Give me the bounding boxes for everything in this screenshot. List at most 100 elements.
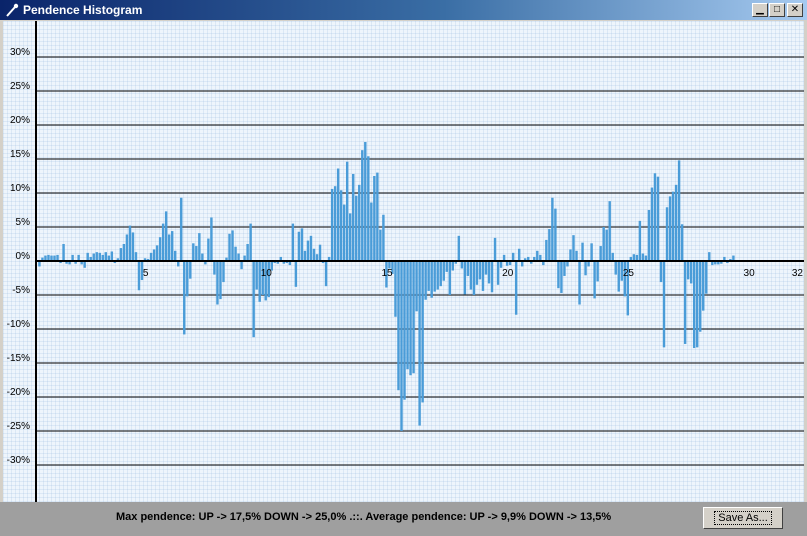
histogram-bar: [638, 220, 642, 261]
y-tick-label: -20%: [7, 387, 30, 398]
histogram-bar: [161, 223, 165, 261]
histogram-bar: [303, 250, 307, 261]
histogram-bar: [183, 261, 186, 335]
histogram-bar: [198, 233, 201, 261]
histogram-bar: [213, 261, 216, 275]
histogram-bar: [345, 161, 349, 261]
histogram-bar: [128, 225, 132, 261]
y-tick-label: 20%: [10, 115, 30, 126]
histogram-bar: [170, 231, 174, 261]
histogram-bar: [705, 261, 708, 294]
histogram-bar: [164, 211, 168, 261]
histogram-bar: [430, 261, 433, 298]
y-tick-label: -25%: [7, 421, 30, 432]
histogram-bar: [641, 253, 645, 261]
histogram-bar: [632, 254, 636, 261]
y-tick-label: 25%: [10, 81, 30, 92]
histogram-bar: [412, 261, 415, 374]
histogram-bar: [578, 261, 581, 305]
histogram-bar: [83, 261, 86, 268]
histogram-bar: [445, 261, 448, 272]
y-tick-label: 10%: [10, 183, 30, 194]
histogram-bar: [617, 261, 620, 292]
histogram-bar: [104, 252, 108, 261]
histogram-bar: [605, 229, 608, 261]
histogram-bar: [189, 261, 192, 279]
histogram-bar: [300, 228, 304, 261]
histogram-bar: [484, 261, 488, 275]
histogram-bar: [424, 261, 427, 300]
histogram-bar: [222, 261, 225, 283]
histogram-bar: [563, 261, 566, 276]
histogram-bar: [581, 242, 584, 261]
y-tick-label: 15%: [10, 149, 30, 160]
histogram-bar: [376, 172, 379, 261]
histogram-bar: [173, 250, 177, 261]
histogram-bar: [373, 176, 376, 261]
histogram-bar: [394, 261, 397, 317]
x-tick-label: 30: [744, 268, 756, 279]
histogram-bar: [686, 261, 690, 280]
histogram-bar: [671, 191, 675, 261]
histogram-bar: [309, 235, 313, 261]
histogram-bar: [554, 208, 557, 261]
histogram-bar: [195, 246, 198, 261]
histogram-bar: [219, 261, 222, 300]
histogram-bar: [608, 201, 611, 261]
histogram-bar: [647, 210, 651, 261]
histogram-bar: [602, 227, 605, 261]
y-tick-label: -15%: [7, 353, 30, 364]
histogram-bar: [158, 237, 162, 261]
histogram-bar: [656, 176, 660, 261]
histogram-bar: [315, 254, 319, 261]
histogram-bar: [349, 213, 352, 261]
histogram-bar: [493, 237, 497, 261]
histogram-bar: [291, 223, 295, 261]
histogram-bar: [680, 224, 684, 261]
histogram-bar: [696, 261, 699, 348]
histogram-bar: [475, 261, 479, 285]
histogram-bar: [330, 188, 334, 261]
histogram-bar: [545, 239, 548, 261]
x-tick-label: 25: [623, 268, 635, 279]
histogram-bar: [406, 261, 409, 370]
save-as-button[interactable]: Save As...: [703, 507, 783, 529]
histogram-bar: [352, 173, 355, 261]
histogram-bar: [659, 261, 663, 283]
histogram-bar: [674, 184, 678, 261]
histogram-bar: [382, 214, 385, 261]
histogram-bar: [436, 261, 439, 290]
minimize-button[interactable]: ▁: [752, 3, 768, 17]
histogram-bar: [86, 252, 89, 261]
histogram-bar: [536, 250, 539, 261]
histogram-bar: [702, 261, 705, 311]
histogram-bar: [692, 261, 696, 349]
histogram-bar: [517, 248, 521, 261]
histogram-bar: [95, 252, 98, 261]
histogram-bar: [466, 261, 470, 276]
histogram-bar: [572, 235, 575, 261]
histogram-bar: [210, 217, 213, 261]
histogram-bar: [569, 249, 572, 261]
histogram-bar: [237, 253, 240, 261]
histogram-bar: [216, 261, 219, 305]
histogram-bar: [234, 246, 237, 261]
histogram-bar: [364, 142, 367, 261]
minimize-icon: ▁: [756, 4, 764, 15]
histogram-bar: [249, 223, 252, 261]
histogram-bar: [481, 261, 485, 291]
histogram-bar: [180, 197, 183, 261]
histogram-bar: [560, 261, 563, 293]
histogram-bar: [318, 244, 322, 261]
histogram-bar: [367, 156, 370, 261]
histogram-bar: [125, 234, 129, 261]
histogram-bar: [333, 186, 337, 261]
close-icon: ✕: [790, 4, 800, 15]
histogram-bar: [122, 244, 126, 261]
maximize-button[interactable]: □: [769, 3, 785, 17]
histogram-bar: [650, 187, 654, 261]
close-button[interactable]: ✕: [787, 3, 803, 17]
histogram-bar: [611, 252, 614, 261]
histogram-bar: [496, 261, 500, 285]
histogram-bar: [361, 150, 364, 261]
